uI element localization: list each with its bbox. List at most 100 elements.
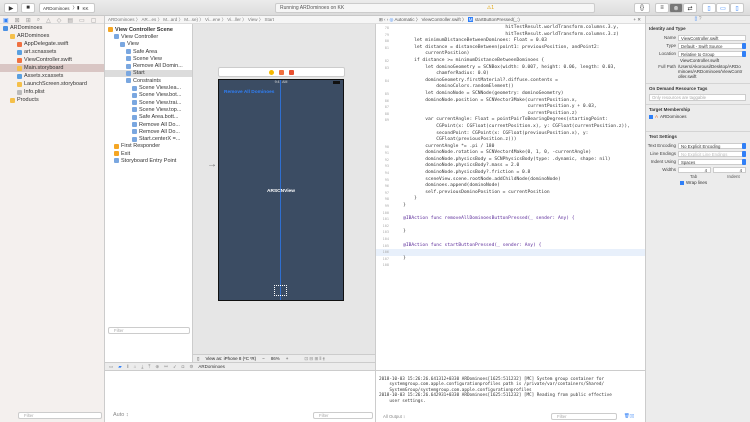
location-select[interactable]: Relative to Group [678,50,746,57]
standard-editor-button[interactable]: {} [634,3,650,13]
pause-icon[interactable]: ‖ [127,363,129,370]
exit-icon[interactable] [289,69,294,75]
file-tree-item[interactable]: Main.storyboard [0,64,104,72]
code-line[interactable]: 78 hitTestResult.worldTransform.columns.… [376,25,645,32]
toggle-debug-button[interactable]: ▭ [716,3,730,13]
code-line[interactable]: 99 } [376,203,645,210]
code-line[interactable]: currentPosition) [376,51,645,58]
debug-icon[interactable]: ▤ [67,17,73,24]
outline-item[interactable]: Storyboard Entry Point [105,157,192,164]
file-tree-item[interactable]: art.scnassets [0,48,104,56]
code-line[interactable]: 98 } [376,196,645,203]
outline-item[interactable]: First Responder [105,143,192,150]
jump-automatic[interactable]: Automatic [394,17,414,22]
run-button[interactable]: ▶ [4,3,18,13]
outline-item[interactable]: Remove All Domin... [105,62,192,69]
zoom-in-button[interactable]: + [286,355,289,362]
console-output[interactable]: 2018-10-03 15:26:26.641312+0330 ARDomino… [375,370,645,422]
view-controller-icon[interactable] [269,69,274,75]
code-line[interactable]: 91 dominoNode.rotation = SCNVector4Make(… [376,150,645,157]
code-line[interactable]: 105 @IBAction func startButtonPressed(_ … [376,243,645,250]
code-line[interactable]: CGPoint(x: CGFloat(currentPosition.x), y… [376,124,645,131]
file-tree-item[interactable]: ARDominoes [0,32,104,40]
hide-debug-icon[interactable]: ▭ [109,363,113,370]
search-icon[interactable]: ⌕ [37,17,40,23]
debug-target[interactable]: ARDominoes [198,363,225,370]
start-button-selected[interactable] [274,285,287,296]
odr-tags-field[interactable]: Only resources are taggable [649,94,746,101]
indent-select[interactable]: Spaces [678,158,746,165]
inspector-tabs[interactable]: ▯ ? [646,16,750,24]
stop-button[interactable]: ■ [21,3,35,13]
code-line[interactable]: 85 let dominoNode = SCNNode(geometry: do… [376,91,645,98]
code-editor[interactable]: 78 hitTestResult.worldTransform.columns.… [375,24,645,370]
source-control-icon[interactable]: ⊠ [15,17,20,24]
report-icon[interactable]: ▢ [91,17,97,24]
code-line[interactable]: 101 @IBAction func removeAllDominoesButt… [376,216,645,223]
code-line[interactable]: 96 dominoes.append(dominoNode) [376,183,645,190]
related-items-button[interactable]: ⇄ [683,3,697,13]
file-tree-item[interactable]: Info.plist [0,88,104,96]
tab-width-stepper[interactable]: 4 [678,166,711,173]
line-endings-select[interactable]: No Explicit Line Endings [678,150,746,157]
trash-icon[interactable]: 🗑▯▯ [624,413,634,418]
navigator-filter[interactable]: Filter [18,412,102,419]
code-line[interactable]: 82 if distance >= minimumDistanceBetween… [376,58,645,65]
code-line[interactable]: 94 dominoNode.physicsBody?.friction = 0.… [376,170,645,177]
view-as-device[interactable]: View as: iPhone 8 (ᶜC ʳR) [205,355,256,362]
breakpoints-icon[interactable]: ▰ [118,363,121,370]
toggle-inspector-button[interactable]: ▯ [730,3,744,13]
remove-all-dominoes-button[interactable]: Remove All Dominoes [224,90,274,95]
issue-icon[interactable]: △ [46,17,51,24]
step-in-icon[interactable]: ⤓ [141,363,143,370]
file-tree-item[interactable]: AppDelegate.swift [0,40,104,48]
test-icon[interactable]: ◇ [57,17,62,24]
file-tree-item[interactable]: ViewController.swift [0,56,104,64]
code-line[interactable]: 102 [376,223,645,230]
indent-width-stepper[interactable]: 4 [713,166,746,173]
code-line[interactable]: CGFloat(previousPosition.z))) [376,137,645,144]
code-line[interactable]: 103 } [376,229,645,236]
warning-icon[interactable]: ⚠1 [487,4,494,13]
first-responder-icon[interactable] [279,69,284,75]
assistant-editor-button[interactable]: ≡ [655,3,669,13]
step-out-icon[interactable]: ⤒ [148,363,150,370]
jump-file[interactable]: ViewController.swift [422,17,461,22]
gear-icon[interactable]: ⚙ [189,363,193,370]
storyboard-jump-bar[interactable]: ARDominoes 〉 AR...es 〉 M...ard 〉 M...se)… [105,16,375,24]
code-line[interactable]: 80 let minimumDistanceBetweenDominoes: F… [376,38,645,45]
code-line[interactable]: 87 currentPosition.y + 0.03, [376,104,645,111]
variables-mode-select[interactable]: Auto ↕ [113,412,129,418]
file-inspector-icon[interactable]: ▯ [695,16,698,22]
file-tree-item[interactable]: Products [0,96,104,104]
layout-tools-icons[interactable]: ⊡ ⊟ ⊞ ⫴ ⫵ [304,355,324,362]
toggle-navigator-button[interactable]: ▯ [702,3,716,13]
code-line[interactable]: 108 [376,262,645,269]
zoom-out-button[interactable]: − [262,355,265,362]
outline-item[interactable]: View Controller [105,33,192,40]
name-field[interactable]: ViewController.swift [678,34,746,41]
folder-icon[interactable]: ▣ [3,17,9,24]
memory-graph-icon[interactable]: ⚯ [164,363,168,370]
membership-checkbox[interactable] [649,114,653,119]
file-tree-item[interactable]: ARDominoes [0,24,104,32]
symbol-icon[interactable]: ⊞ [26,17,31,24]
scheme-selector[interactable]: ARDominoes 〉▮ KK [39,3,95,13]
file-tree-item[interactable]: LaunchScreen.storyboard [0,80,104,88]
code-line[interactable]: 107 } [376,256,645,263]
jump-method[interactable]: startButtonPressed(_:) [475,17,520,22]
wrap-lines-checkbox[interactable] [680,180,684,185]
editor-jump-bar[interactable]: ⊞ ‹ › ◎ Automatic 〉 ViewController.swift… [375,16,645,24]
code-line[interactable]: 106 [376,249,645,256]
outline-filter[interactable]: Filter [108,327,190,334]
help-icon[interactable]: ? [699,16,702,22]
view-debugger-icon[interactable]: ⊕ [155,363,159,370]
console-filter[interactable]: Filter [551,413,617,420]
step-over-icon[interactable]: ⌂ [134,363,137,370]
output-mode-select[interactable]: All Output ↕ [383,414,405,419]
type-select[interactable]: Default - Swift Source [678,42,746,49]
variables-filter[interactable]: Filter [313,412,373,419]
code-line[interactable]: chamferRadius: 0.0) [376,71,645,78]
breakpoint-icon[interactable]: ▭ [79,17,85,24]
view-controller-scene[interactable]: 9:41 AM Remove All Dominoes ARSCNView [218,79,344,301]
